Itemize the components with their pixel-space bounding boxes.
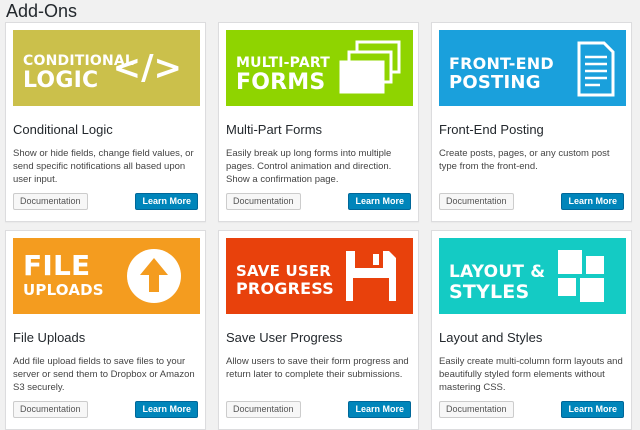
addon-description: Add file upload fields to save files to … bbox=[13, 356, 195, 393]
addon-title: Layout and Styles bbox=[439, 330, 543, 345]
upload-arrow-icon bbox=[127, 249, 181, 303]
banner-line2: Uploads bbox=[23, 281, 104, 299]
addon-banner[interactable]: Layout & Styles bbox=[439, 238, 626, 314]
documentation-button[interactable]: Documentation bbox=[13, 401, 88, 418]
learn-more-button[interactable]: Learn More bbox=[135, 193, 198, 210]
floppy-disk-icon bbox=[346, 251, 396, 301]
addons-grid: Conditional Logic </> Conditional Logic … bbox=[5, 22, 632, 430]
learn-more-button[interactable]: Learn More bbox=[135, 401, 198, 418]
addon-card-multi-part-forms: Multi-Part Forms Multi-Part Forms Easily… bbox=[218, 22, 419, 222]
banner-text: Front-End Posting bbox=[449, 56, 554, 92]
banner-text: Multi-Part Forms bbox=[236, 56, 330, 94]
document-icon bbox=[577, 41, 615, 97]
addons-page: Add-Ons Conditional Logic </> Conditiona… bbox=[0, 0, 640, 430]
code-icon: </> bbox=[112, 48, 182, 88]
addon-title: Conditional Logic bbox=[13, 122, 113, 137]
banner-line1: Layout & bbox=[449, 262, 546, 282]
addon-title: File Uploads bbox=[13, 330, 86, 345]
banner-line1: Multi-Part bbox=[236, 55, 330, 71]
page-title: Add-Ons bbox=[6, 1, 78, 21]
addon-description: Create posts, pages, or any custom post … bbox=[439, 148, 610, 172]
learn-more-button[interactable]: Learn More bbox=[348, 193, 411, 210]
banner-line2: Styles bbox=[449, 281, 530, 303]
documentation-button[interactable]: Documentation bbox=[226, 401, 301, 418]
banner-text: Save User Progress bbox=[236, 264, 334, 297]
addon-title: Multi-Part Forms bbox=[226, 122, 323, 137]
addon-card-conditional-logic: Conditional Logic </> Conditional Logic … bbox=[5, 22, 206, 222]
addon-banner[interactable]: Conditional Logic </> bbox=[13, 30, 200, 106]
addon-card-save-user-progress: Save User Progress Save User Progress Al… bbox=[218, 230, 419, 430]
learn-more-button[interactable]: Learn More bbox=[561, 193, 624, 210]
addon-banner[interactable]: Multi-Part Forms bbox=[226, 30, 413, 106]
banner-line2: Progress bbox=[236, 279, 334, 298]
documentation-button[interactable]: Documentation bbox=[439, 193, 514, 210]
documentation-button[interactable]: Documentation bbox=[226, 193, 301, 210]
banner-line1: Save User bbox=[236, 262, 332, 280]
layout-blocks-icon bbox=[558, 250, 604, 302]
addon-description: Easily break up long forms into multiple… bbox=[226, 148, 392, 185]
addon-description: Allow users to save their form progress … bbox=[226, 356, 409, 380]
stacked-pages-icon bbox=[339, 40, 401, 94]
learn-more-button[interactable]: Learn More bbox=[561, 401, 624, 418]
learn-more-button[interactable]: Learn More bbox=[348, 401, 411, 418]
addon-banner[interactable]: Save User Progress bbox=[226, 238, 413, 314]
banner-line2: Posting bbox=[449, 72, 541, 93]
banner-text: Layout & Styles bbox=[449, 264, 545, 302]
addon-card-front-end-posting: Front-End Posting Front-End Posting Crea… bbox=[431, 22, 632, 222]
addon-title: Front-End Posting bbox=[439, 122, 544, 137]
banner-line2: Forms bbox=[236, 70, 326, 95]
banner-text: File Uploads bbox=[23, 252, 104, 298]
banner-line1: Front-End bbox=[449, 54, 554, 73]
banner-line1: File bbox=[23, 249, 91, 282]
documentation-button[interactable]: Documentation bbox=[13, 193, 88, 210]
addon-card-layout-styles: Layout & Styles Layout and Styles Easily… bbox=[431, 230, 632, 430]
addon-description: Show or hide fields, change field values… bbox=[13, 148, 194, 185]
addon-card-file-uploads: File Uploads File Uploads Add file uploa… bbox=[5, 230, 206, 430]
addon-title: Save User Progress bbox=[226, 330, 343, 345]
addon-description: Easily create multi-column form layouts … bbox=[439, 356, 623, 393]
addon-banner[interactable]: File Uploads bbox=[13, 238, 200, 314]
addon-banner[interactable]: Front-End Posting bbox=[439, 30, 626, 106]
documentation-button[interactable]: Documentation bbox=[439, 401, 514, 418]
